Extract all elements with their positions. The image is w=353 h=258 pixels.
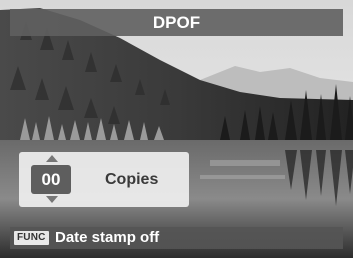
date-stamp-status: Date stamp off <box>55 229 160 246</box>
func-button-icon: FUNC <box>14 231 49 245</box>
copies-label: Copies <box>105 171 159 188</box>
footer-bar: FUNC Date stamp off <box>10 227 343 249</box>
landscape-photo <box>0 0 353 258</box>
arrow-down-icon[interactable] <box>46 196 58 203</box>
copies-panel: 00 Copies <box>19 152 189 207</box>
camera-screen: DPOF 00 Copies FUNC Date stamp off <box>0 0 353 258</box>
arrow-up-icon[interactable] <box>46 155 58 162</box>
copies-count[interactable]: 00 <box>31 165 71 194</box>
menu-title: DPOF <box>10 9 343 36</box>
